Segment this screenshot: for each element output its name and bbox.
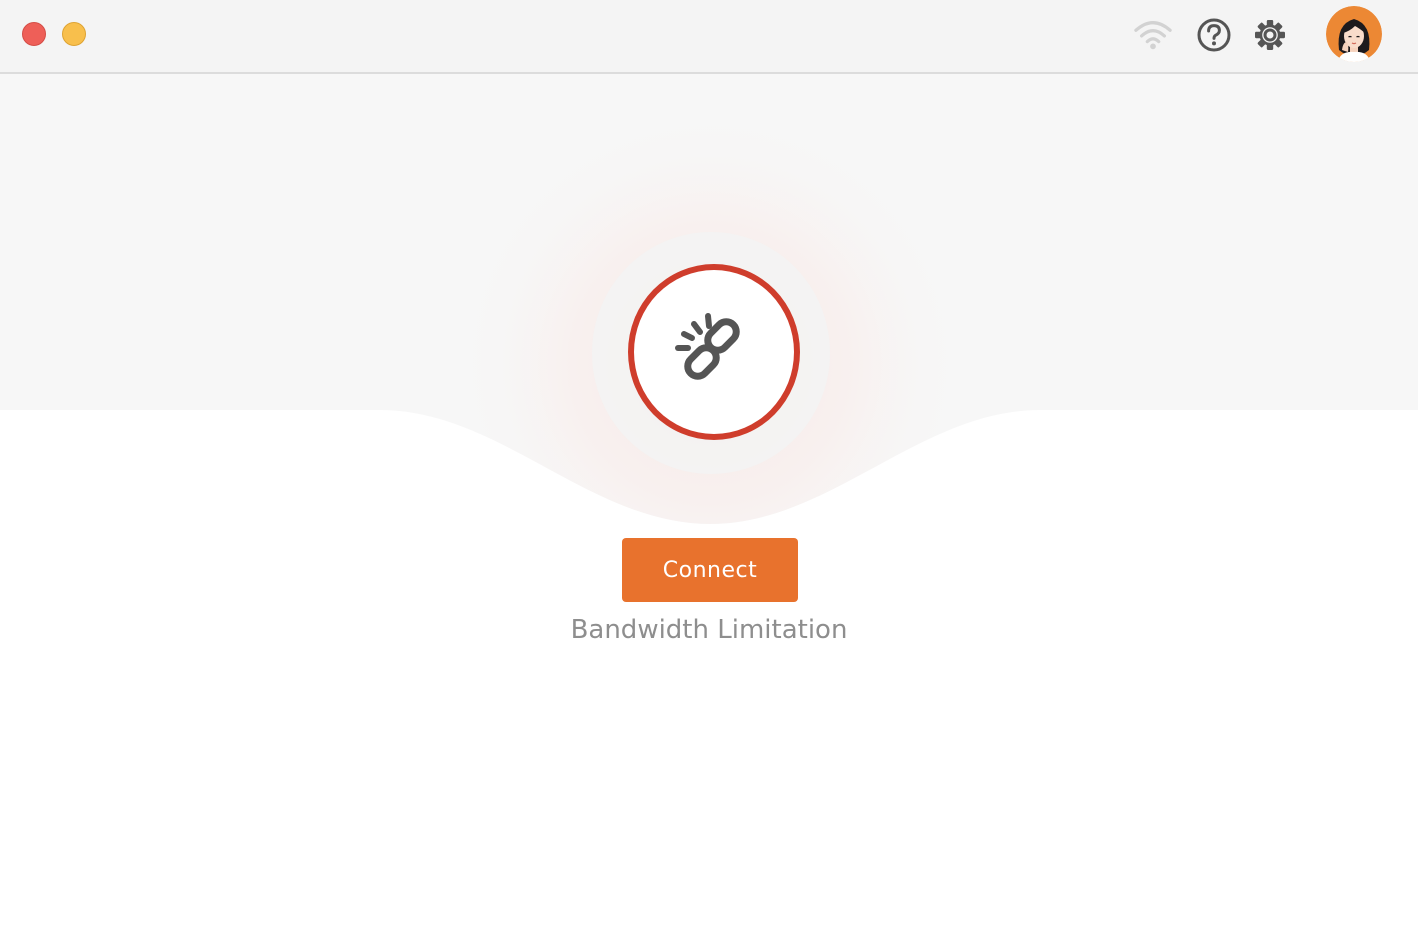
connect-button[interactable]: Connect — [622, 538, 798, 602]
connection-status-indicator — [628, 264, 800, 440]
wifi-icon[interactable] — [1134, 16, 1172, 54]
minimize-window-button[interactable] — [62, 22, 86, 46]
close-window-button[interactable] — [22, 22, 46, 46]
app-window: Connect Bandwidth Limitation — [0, 0, 1418, 944]
title-bar — [0, 0, 1418, 74]
gear-icon[interactable] — [1251, 16, 1289, 54]
connection-status-text: Bandwidth Limitation — [570, 615, 848, 645]
help-icon[interactable] — [1195, 16, 1233, 54]
broken-link-icon — [675, 313, 740, 380]
user-avatar[interactable] — [1326, 6, 1382, 62]
